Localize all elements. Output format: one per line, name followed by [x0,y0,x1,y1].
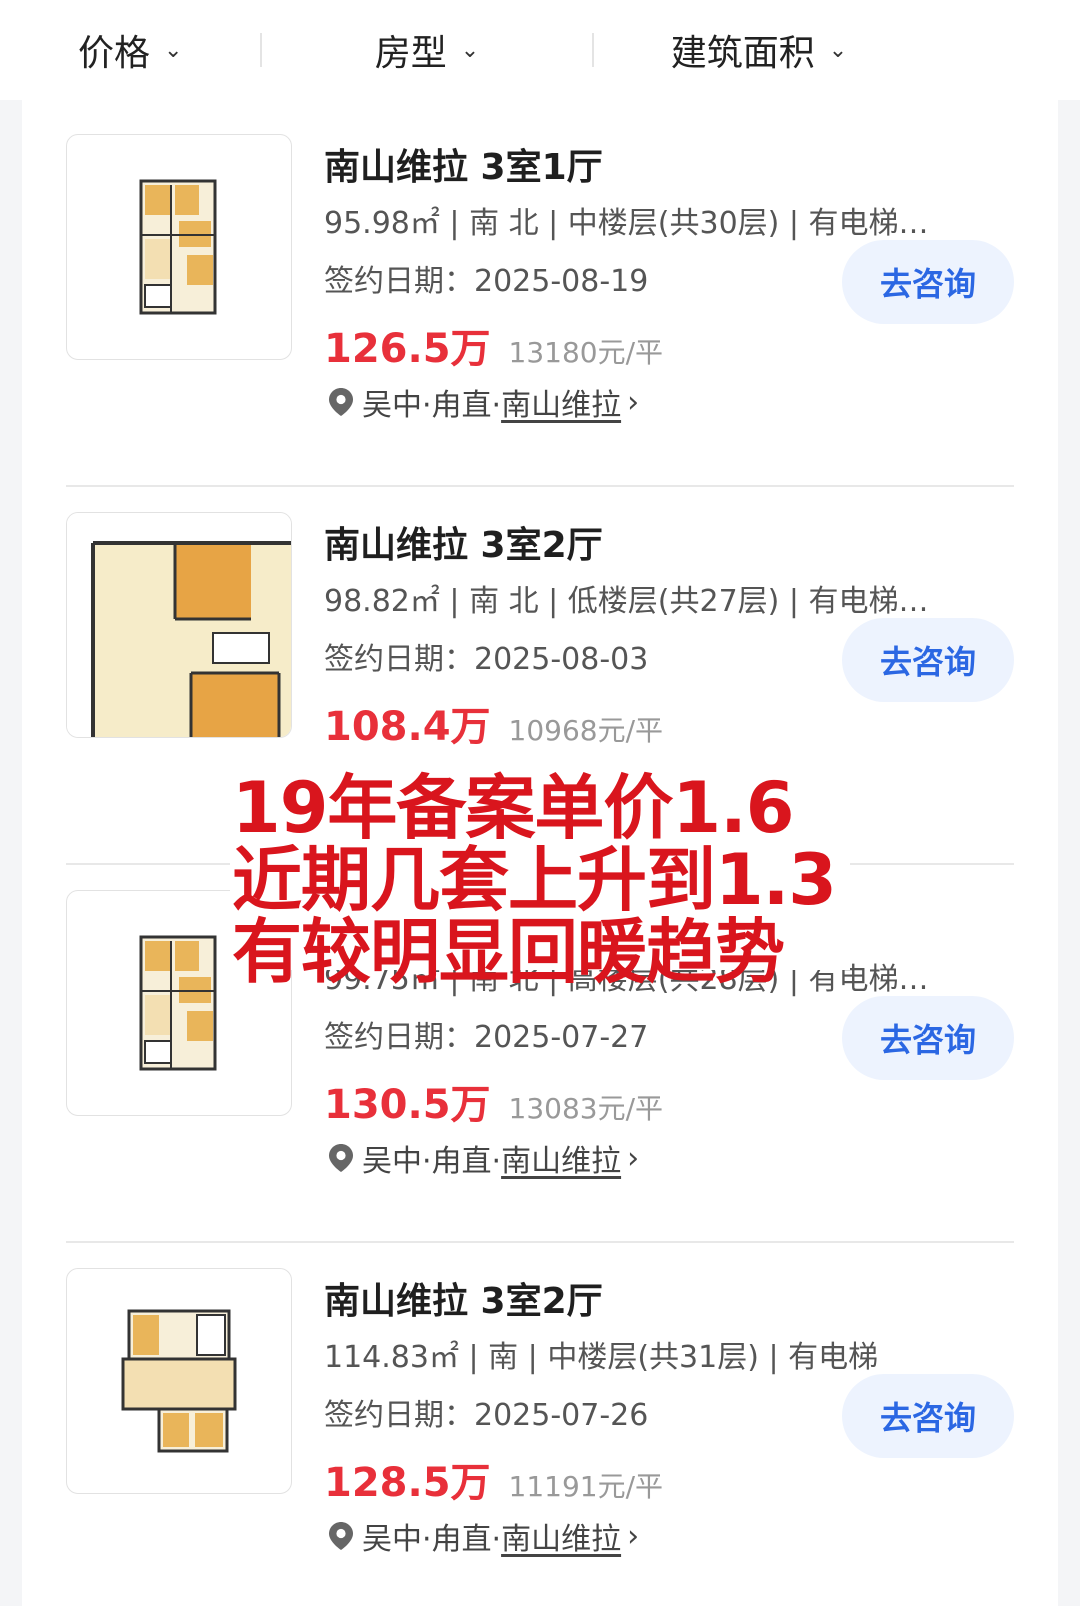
chevron-right-icon: › [627,1140,640,1176]
community-link[interactable]: 南山维拉 [501,380,621,424]
consult-button[interactable]: 去咨询 [842,1374,1014,1458]
chevron-right-icon: › [627,384,640,420]
community-link[interactable]: 南山维拉 [501,1514,621,1558]
total-price: 126.5万 [324,326,491,372]
chevron-down-icon: ⌄ [460,37,480,63]
total-price: 128.5万 [324,1460,491,1506]
filter-layout[interactable]: 房型 ⌄ [262,24,592,76]
total-price: 130.5万 [324,1082,491,1128]
listing-title: 南山维拉 3室2厅 [324,525,603,566]
listing-specs: 98.82㎡ | 南 北 | 低楼层(共27层) | 有电梯… [324,584,929,619]
sign-date: 签约日期：2025-07-27 [324,1020,649,1055]
chevron-right-icon: › [627,1518,640,1554]
unit-price: 11191元/平 [508,1470,664,1503]
location-link[interactable]: 吴中·甪直· 南山维拉 › [328,1136,639,1180]
filter-area[interactable]: 建筑面积 ⌄ [594,24,924,76]
location-pin-icon [329,1522,353,1550]
annotation-line-3: 有较明显回暖趋势 [232,911,785,993]
location-pin-icon [329,388,353,416]
consult-button[interactable]: 去咨询 [842,996,1014,1080]
unit-price: 13083元/平 [508,1092,664,1125]
floorplan-thumbnail[interactable] [66,134,292,360]
filter-bar: 价格 ⌄ 房型 ⌄ 建筑面积 ⌄ [0,0,1080,100]
unit-price: 13180元/平 [508,336,664,369]
sign-date: 签约日期：2025-07-26 [324,1398,649,1433]
listing-title: 南山维拉 3室1厅 [324,147,603,188]
listing-specs: 95.98㎡ | 南 北 | 中楼层(共30层) | 有电梯… [324,206,929,241]
location-pin-icon [329,1144,353,1172]
filter-label: 价格 [78,33,151,74]
price-row: 126.5万 13180元/平 [324,316,663,374]
location-district: 吴中·甪直· [362,1144,502,1179]
total-price: 108.4万 [324,704,491,750]
price-row: 108.4万 10968元/平 [324,694,663,752]
chevron-down-icon: ⌄ [828,37,848,63]
listing-item[interactable]: 南山维拉 3室2厅 114.83㎡ | 南 | 中楼层(共31层) | 有电梯 … [66,1234,1014,1606]
filter-label: 建筑面积 [670,33,815,74]
filter-price[interactable]: 价格 ⌄ [0,24,260,76]
unit-price: 10968元/平 [508,714,664,747]
location-link[interactable]: 吴中·甪直· 南山维拉 › [328,380,639,424]
sign-date: 签约日期：2025-08-03 [324,642,649,677]
consult-button[interactable]: 去咨询 [842,618,1014,702]
price-row: 130.5万 13083元/平 [324,1072,663,1130]
listing-specs: 114.83㎡ | 南 | 中楼层(共31层) | 有电梯 [324,1340,879,1375]
chevron-down-icon: ⌄ [164,37,183,63]
price-row: 128.5万 11191元/平 [324,1450,663,1508]
location-link[interactable]: 吴中·甪直· 南山维拉 › [328,1514,639,1558]
floorplan-thumbnail[interactable] [66,1268,292,1494]
location-district: 吴中·甪直· [362,1522,502,1557]
location-district: 吴中·甪直· [362,388,502,423]
filter-label: 房型 [374,33,447,74]
sign-date: 签约日期：2025-08-19 [324,264,649,299]
consult-button[interactable]: 去咨询 [842,240,1014,324]
floorplan-thumbnail[interactable] [66,512,292,738]
community-link[interactable]: 南山维拉 [501,1136,621,1180]
listing-item[interactable]: 南山维拉 3室1厅 95.98㎡ | 南 北 | 中楼层(共30层) | 有电梯… [66,100,1014,487]
listing-title: 南山维拉 3室2厅 [324,1281,603,1322]
